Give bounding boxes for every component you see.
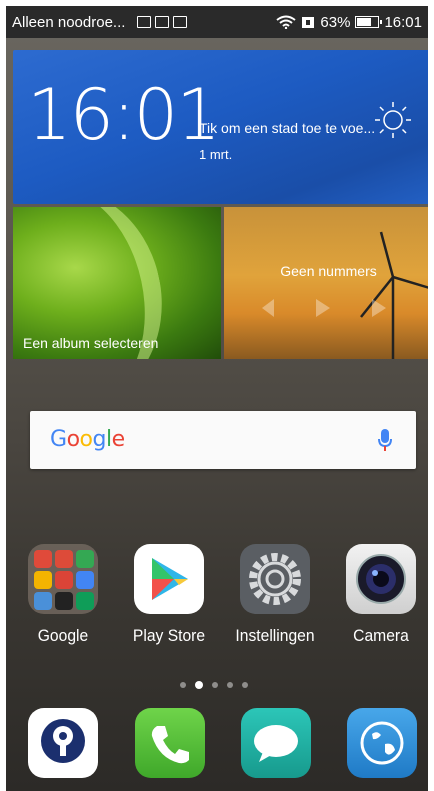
- camera-icon: [346, 544, 416, 614]
- music-title: Geen nummers: [280, 263, 377, 279]
- gallery-label: Een album selecteren: [23, 335, 159, 351]
- browser-globe-icon[interactable]: [347, 708, 417, 778]
- pin-icon[interactable]: [28, 708, 98, 778]
- status-bar: Alleen noodroe... 63% 16:01: [6, 6, 428, 38]
- messages-icon[interactable]: [241, 708, 311, 778]
- previous-icon[interactable]: [262, 299, 274, 317]
- battery-icon: [355, 16, 383, 28]
- home-screen: Alleen noodroe... 63% 16:01 16:01 Tik om: [6, 6, 428, 791]
- page-dot[interactable]: [180, 682, 186, 688]
- settings-gear-icon: [240, 544, 310, 614]
- page-dot[interactable]: [242, 682, 248, 688]
- status-right: 63% 16:01: [276, 14, 422, 31]
- battery-percent: 63%: [320, 13, 351, 31]
- image-icon: [155, 16, 170, 28]
- app-google-folder[interactable]: Google: [13, 544, 113, 646]
- phone-icon[interactable]: [135, 708, 205, 778]
- sun-icon: [375, 102, 411, 138]
- play-store-icon: [134, 544, 204, 614]
- music-widget[interactable]: Geen nummers: [224, 207, 428, 359]
- page-indicator: [180, 681, 248, 689]
- notification-icons: [137, 16, 188, 28]
- app-play-store[interactable]: Play Store: [119, 544, 219, 646]
- app-label: Play Store: [132, 626, 206, 645]
- app-label: Instellingen: [235, 626, 315, 645]
- page-dot[interactable]: [212, 682, 218, 688]
- wind-turbine-image: [360, 231, 428, 359]
- keyboard-icon: [137, 16, 152, 28]
- gallery-widget[interactable]: Een album selecteren: [13, 207, 221, 359]
- folder-icon: [28, 544, 98, 614]
- weather-clock: 16:01: [27, 74, 221, 156]
- sim-icon: [302, 17, 315, 28]
- weather-city-prompt[interactable]: Tik om een stad toe te voe...: [199, 120, 375, 136]
- next-icon[interactable]: [372, 299, 386, 317]
- app-label: Google: [37, 626, 89, 645]
- weather-widget[interactable]: 16:01 Tik om een stad toe te voe... 1 mr…: [13, 50, 428, 204]
- app-camera[interactable]: Camera: [331, 544, 428, 646]
- google-search-bar[interactable]: Google: [30, 411, 416, 469]
- mail-icon: [173, 16, 188, 28]
- play-icon[interactable]: [316, 299, 330, 317]
- app-label: Camera: [353, 626, 409, 645]
- wifi-icon: [276, 15, 297, 29]
- app-settings[interactable]: Instellingen: [225, 544, 325, 646]
- google-logo: Google: [50, 427, 125, 452]
- mic-icon[interactable]: [378, 429, 392, 453]
- music-controls: [262, 299, 386, 317]
- page-dot-active[interactable]: [195, 681, 203, 689]
- page-dot[interactable]: [227, 682, 233, 688]
- weather-date: 1 mrt.: [199, 147, 233, 162]
- status-time: 16:01: [384, 13, 422, 31]
- carrier-label: Alleen noodroe...: [12, 13, 126, 31]
